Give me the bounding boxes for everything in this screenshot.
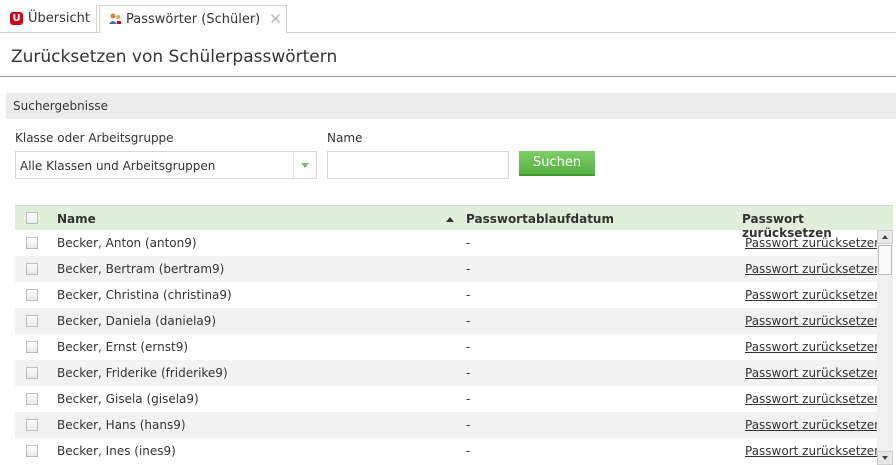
row-checkbox[interactable]	[26, 315, 38, 327]
reset-password-link[interactable]: Passwort zurücksetzen	[745, 418, 877, 432]
row-name: Becker, Ines (ines9)	[57, 444, 176, 458]
reset-password-link[interactable]: Passwort zurücksetzen	[745, 236, 877, 250]
row-expiry: -	[466, 392, 471, 406]
row-expiry: -	[466, 340, 471, 354]
tab-overview-label: Übersicht	[28, 11, 90, 26]
grid-scrollbar[interactable]	[877, 230, 893, 465]
reset-password-link[interactable]: Passwort zurücksetzen	[745, 444, 877, 458]
row-checkbox[interactable]	[26, 445, 38, 457]
sort-ascending-icon	[446, 217, 454, 222]
section-header: Suchergebnisse	[6, 93, 896, 119]
table-row[interactable]: Becker, Ines (ines9) - Passwort zurückse…	[15, 438, 877, 464]
row-name: Becker, Hans (hans9)	[57, 418, 186, 432]
reset-password-link[interactable]: Passwort zurücksetzen	[745, 262, 877, 276]
class-filter-label: Klasse oder Arbeitsgruppe	[15, 131, 174, 145]
table-row[interactable]: Becker, Daniela (daniela9) - Passwort zu…	[15, 308, 877, 334]
univention-logo-icon: U	[10, 12, 23, 25]
table-row[interactable]: Becker, Hans (hans9) - Passwort zurückse…	[15, 412, 877, 438]
search-button[interactable]: Suchen	[519, 151, 595, 176]
tab-bar: U Übersicht Passwörter (Schüler) ✕	[0, 0, 896, 33]
row-expiry: -	[466, 314, 471, 328]
row-expiry: -	[466, 236, 471, 250]
table-row[interactable]: Becker, Anton (anton9) - Passwort zurück…	[15, 230, 877, 256]
row-checkbox[interactable]	[26, 237, 38, 249]
scroll-down-icon[interactable]	[877, 451, 893, 465]
row-expiry: -	[466, 262, 471, 276]
page-title: Zurücksetzen von Schülerpasswörtern	[11, 47, 338, 67]
tab-passwords-students[interactable]: Passwörter (Schüler) ✕	[99, 5, 287, 33]
row-checkbox[interactable]	[26, 367, 38, 379]
grid-header: Name Passwortablaufdatum Passwort zurück…	[15, 205, 893, 240]
row-name: Becker, Bertram (bertram9)	[57, 262, 225, 276]
table-row[interactable]: Becker, Ernst (ernst9) - Passwort zurück…	[15, 334, 877, 360]
class-select-value: Alle Klassen und Arbeitsgruppen	[20, 159, 216, 173]
name-input[interactable]	[327, 151, 509, 179]
reset-password-link[interactable]: Passwort zurücksetzen	[745, 366, 877, 380]
row-name: Becker, Gisela (gisela9)	[57, 392, 199, 406]
row-name: Becker, Friderike (friderike9)	[57, 366, 228, 380]
tab-passwords-label: Passwörter (Schüler)	[126, 11, 261, 27]
table-row[interactable]: Becker, Gisela (gisela9) - Passwort zurü…	[15, 386, 877, 412]
row-checkbox[interactable]	[26, 393, 38, 405]
reset-password-link[interactable]: Passwort zurücksetzen	[745, 340, 877, 354]
row-name: Becker, Ernst (ernst9)	[57, 340, 189, 354]
scroll-up-icon[interactable]	[877, 230, 893, 244]
reset-password-link[interactable]: Passwort zurücksetzen	[745, 392, 877, 406]
tab-overview[interactable]: U Übersicht	[0, 5, 97, 32]
divider	[0, 76, 896, 77]
row-expiry: -	[466, 418, 471, 432]
reset-password-link[interactable]: Passwort zurücksetzen	[745, 314, 877, 328]
row-name: Becker, Christina (christina9)	[57, 288, 232, 302]
table-row[interactable]: Becker, Bertram (bertram9) - Passwort zu…	[15, 256, 877, 282]
row-expiry: -	[466, 366, 471, 380]
table-row[interactable]: Becker, Friderike (friderike9) - Passwor…	[15, 360, 877, 386]
scroll-thumb[interactable]	[878, 245, 892, 275]
row-expiry: -	[466, 288, 471, 302]
users-key-icon	[109, 13, 121, 24]
grid-body: Becker, Anton (anton9) - Passwort zurück…	[15, 230, 877, 465]
row-checkbox[interactable]	[26, 419, 38, 431]
row-name: Becker, Anton (anton9)	[57, 236, 197, 250]
column-header-expiry[interactable]: Passwortablaufdatum	[466, 212, 614, 226]
table-row[interactable]: Becker, Christina (christina9) - Passwor…	[15, 282, 877, 308]
reset-password-link[interactable]: Passwort zurücksetzen	[745, 288, 877, 302]
column-header-name[interactable]: Name	[57, 212, 96, 226]
name-filter-label: Name	[327, 131, 363, 145]
row-checkbox[interactable]	[26, 289, 38, 301]
class-select[interactable]: Alle Klassen und Arbeitsgruppen	[15, 151, 317, 179]
row-checkbox[interactable]	[26, 263, 38, 275]
dropdown-arrow-icon[interactable]	[293, 152, 316, 178]
row-expiry: -	[466, 444, 471, 458]
close-tab-icon[interactable]: ✕	[269, 11, 282, 27]
row-checkbox[interactable]	[26, 341, 38, 353]
row-name: Becker, Daniela (daniela9)	[57, 314, 217, 328]
select-all-checkbox[interactable]	[26, 212, 38, 224]
